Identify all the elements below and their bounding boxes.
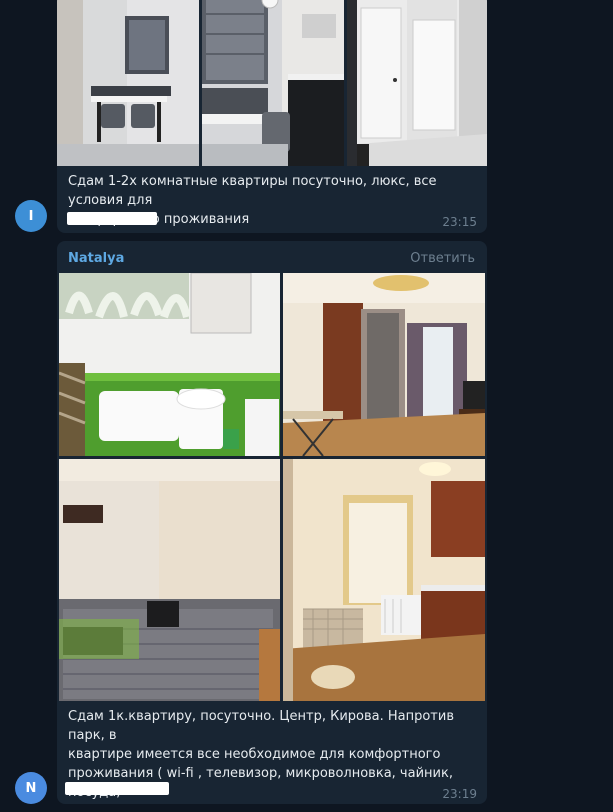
kitchen-photo[interactable] <box>202 0 344 166</box>
message-bubble[interactable]: Natalya Ответить Сдам 1к.квартиру, посут… <box>57 241 487 804</box>
message-time: 23:15 <box>442 215 477 229</box>
avatar[interactable]: N <box>15 772 47 804</box>
author-name[interactable]: Natalya <box>68 251 124 266</box>
avatar-letter: I <box>28 208 34 224</box>
kitchen-photo[interactable] <box>283 459 485 701</box>
bedroom-photo[interactable] <box>59 459 280 701</box>
hallway-photo[interactable] <box>347 0 487 166</box>
redacted-contact <box>67 212 157 225</box>
bathroom-photo[interactable] <box>59 273 280 456</box>
message-time: 23:19 <box>442 787 477 801</box>
message-bubble[interactable]: Сдам 1-2х комнатные квартиры посуточно, … <box>57 0 487 233</box>
avatar[interactable]: I <box>15 200 47 232</box>
living-room-photo[interactable] <box>283 273 485 456</box>
dining-room-photo[interactable] <box>57 0 199 166</box>
avatar-letter: N <box>25 780 37 796</box>
redacted-contact <box>65 782 169 795</box>
reply-button[interactable]: Ответить <box>410 251 475 266</box>
